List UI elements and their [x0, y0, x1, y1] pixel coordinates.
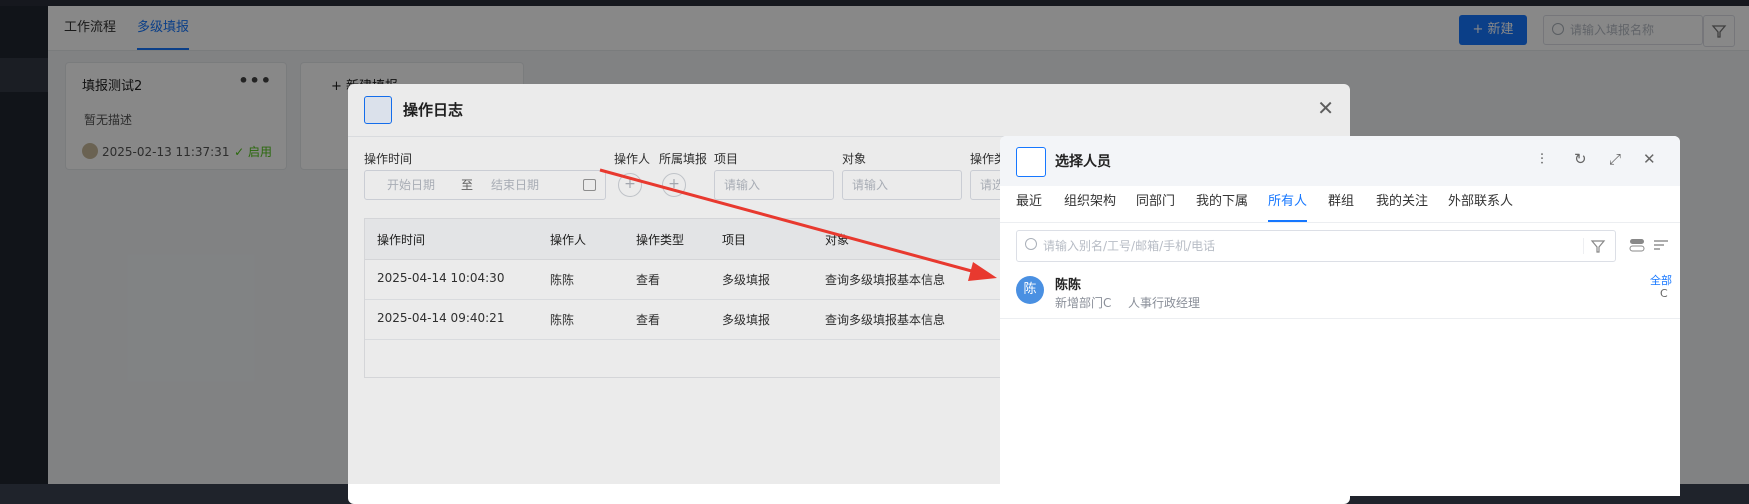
tab-recent[interactable]: 最近: [1016, 186, 1042, 222]
person-role: 人事行政经理: [1128, 296, 1201, 310]
tab-same-dept[interactable]: 同部门: [1136, 186, 1175, 222]
tab-all[interactable]: 所有人: [1268, 186, 1308, 222]
close-icon[interactable]: ✕: [1643, 150, 1656, 168]
tab-following[interactable]: 我的关注: [1376, 186, 1428, 222]
toggle-view-icon[interactable]: [1628, 236, 1646, 254]
dialog-title: 选择人员: [1055, 154, 1111, 170]
tab-groups[interactable]: 群组: [1328, 186, 1354, 222]
tab-org[interactable]: 组织架构: [1064, 186, 1116, 222]
select-all-link[interactable]: 全部: [1650, 272, 1672, 288]
tab-external[interactable]: 外部联系人: [1448, 186, 1513, 222]
settings-sliders-icon[interactable]: ⫶: [1540, 150, 1544, 168]
contact-card-icon: [1016, 147, 1046, 177]
filter-icon: [1583, 238, 1606, 254]
dialog-header: 选择人员 ⫶ ↻ ⤢ ✕: [1000, 136, 1680, 186]
refresh-icon[interactable]: ↻: [1574, 150, 1587, 168]
person-department: 新增部门C: [1055, 296, 1112, 310]
search-icon: [1025, 238, 1037, 250]
list-item[interactable]: 陈 陈陈 新增部门C 人事行政经理 全部 C: [1000, 266, 1680, 319]
person-tabs: 最近 组织架构 同部门 我的下属 所有人 群组 我的关注 外部联系人: [1000, 186, 1680, 223]
search-placeholder: 请输入别名/工号/邮箱/手机/电话: [1043, 239, 1216, 253]
person-name: 陈陈: [1055, 278, 1082, 293]
sort-icon[interactable]: [1652, 236, 1670, 254]
person-search-input[interactable]: 请输入别名/工号/邮箱/手机/电话: [1016, 230, 1616, 262]
expand-icon[interactable]: ⤢: [1609, 150, 1621, 168]
select-person-dialog: 选择人员 ⫶ ↻ ⤢ ✕ 最近 组织架构 同部门 我的下属 所有人 群组 我的关…: [1000, 136, 1680, 496]
tab-subordinates[interactable]: 我的下属: [1196, 186, 1248, 222]
person-tag: C: [1660, 287, 1668, 300]
avatar: 陈: [1016, 276, 1044, 304]
